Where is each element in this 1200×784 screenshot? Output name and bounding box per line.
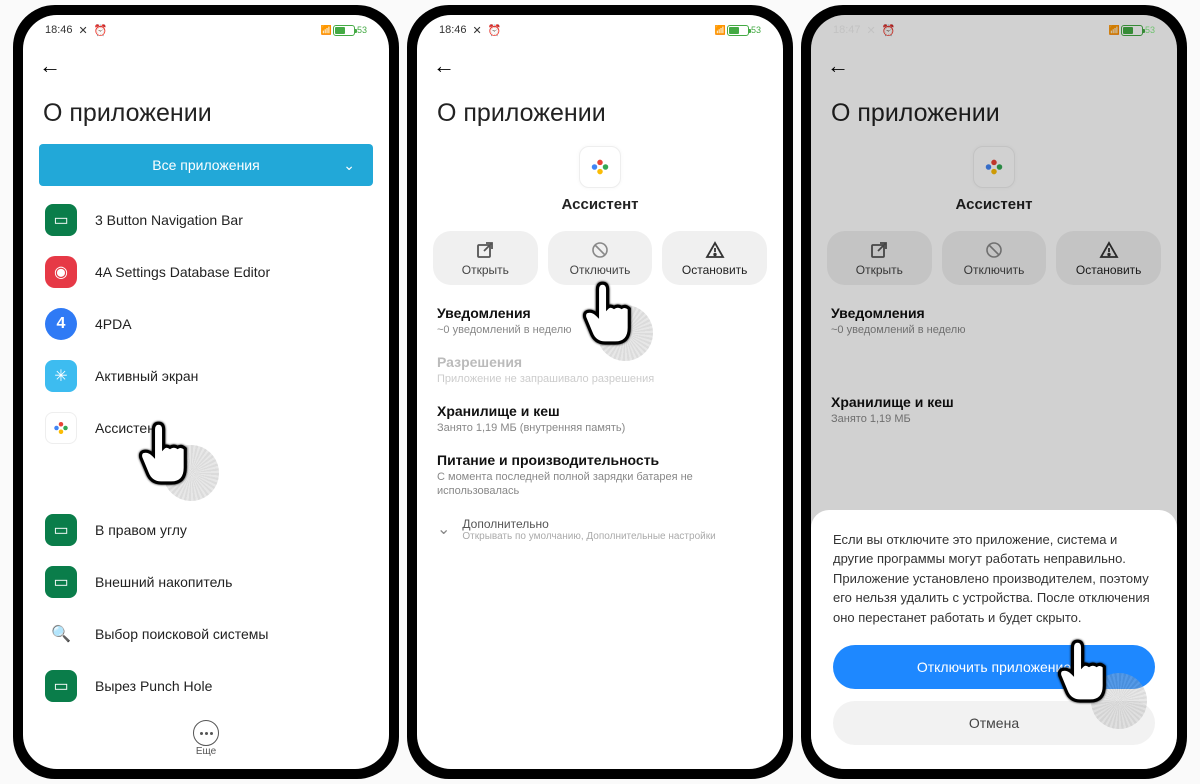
cursor-badge [597, 305, 653, 361]
disable-button[interactable]: Отключить [548, 231, 653, 285]
app-row-external-storage[interactable]: ▭ Внешний накопитель [23, 556, 389, 608]
battery-icon [727, 25, 749, 36]
phone-3: 18:47 ✕ ⏰ 📶 53 ← О приложении Ассистент … [801, 5, 1187, 779]
status-time: 18:46 [439, 24, 467, 36]
search-icon: 🔍 [45, 618, 77, 650]
more-button[interactable]: Еще [23, 712, 389, 765]
signal-icon: 📶 [715, 25, 725, 36]
chevron-down-icon: ⌄ [343, 157, 355, 174]
alarm-icon: ⏰ [488, 24, 502, 37]
stop-button[interactable]: Остановить [662, 231, 767, 285]
app-row-punch-hole[interactable]: ▭ Вырез Punch Hole [23, 660, 389, 712]
cursor-badge [1091, 673, 1147, 729]
vibrate-icon: ✕ [473, 24, 482, 37]
status-bar: 18:46 ✕ ⏰ 📶 53 [417, 15, 783, 41]
app-icon: ▭ [45, 670, 77, 702]
row-storage[interactable]: Хранилище и кеш Занято 1,19 МБ (внутренн… [417, 395, 783, 444]
status-time: 18:46 [45, 24, 73, 36]
app-summary: Ассистент [417, 142, 783, 219]
battery-icon [333, 25, 355, 36]
disable-confirm-sheet: Если вы отключите это приложение, систем… [811, 510, 1177, 770]
app-row-4a[interactable]: ◉ 4A Settings Database Editor [23, 246, 389, 298]
back-button[interactable]: ← [433, 53, 455, 79]
filter-all-apps[interactable]: Все приложения ⌄ [39, 144, 373, 186]
alarm-icon: ⏰ [94, 24, 108, 37]
app-icon: ✳ [45, 360, 77, 392]
app-row-right-corner[interactable]: ▭ В правом углу [23, 504, 389, 556]
cursor-badge [163, 445, 219, 501]
signal-icon: 📶 [321, 25, 331, 36]
chevron-down-icon: ⌄ [437, 519, 450, 539]
app-row-search-engine[interactable]: 🔍 Выбор поисковой системы [23, 608, 389, 660]
row-extra[interactable]: ⌄ Дополнительно Открывать по умолчанию, … [417, 507, 783, 552]
assistant-icon [579, 146, 621, 188]
app-row-assistant[interactable]: Ассистент [23, 402, 389, 454]
app-icon: 4 [45, 308, 77, 340]
page-title: О приложении [417, 81, 783, 142]
app-row-active-screen[interactable]: ✳ Активный экран [23, 350, 389, 402]
app-icon: ◉ [45, 256, 77, 288]
assistant-icon [45, 412, 77, 444]
page-title: О приложении [23, 81, 389, 142]
app-icon: ▭ [45, 204, 77, 236]
sheet-message: Если вы отключите это приложение, систем… [833, 530, 1155, 628]
app-icon: ▭ [45, 566, 77, 598]
row-power[interactable]: Питание и производительность С момента п… [417, 444, 783, 508]
app-icon: ▭ [45, 514, 77, 546]
status-bar: 18:46 ✕ ⏰ 📶 53 [23, 15, 389, 41]
open-button[interactable]: Открыть [433, 231, 538, 285]
app-row-3button[interactable]: ▭ 3 Button Navigation Bar [23, 194, 389, 246]
phone-1: 18:46 ✕ ⏰ 📶 53 ← О приложении Все прилож… [13, 5, 399, 779]
back-button[interactable]: ← [39, 53, 61, 79]
app-row-4pda[interactable]: 4 4PDA [23, 298, 389, 350]
vibrate-icon: ✕ [79, 24, 88, 37]
row-permissions: Разрешения Приложение не запрашивало раз… [417, 346, 783, 395]
phone-2: 18:46 ✕ ⏰ 📶 53 ← О приложении Ассистент … [407, 5, 793, 779]
